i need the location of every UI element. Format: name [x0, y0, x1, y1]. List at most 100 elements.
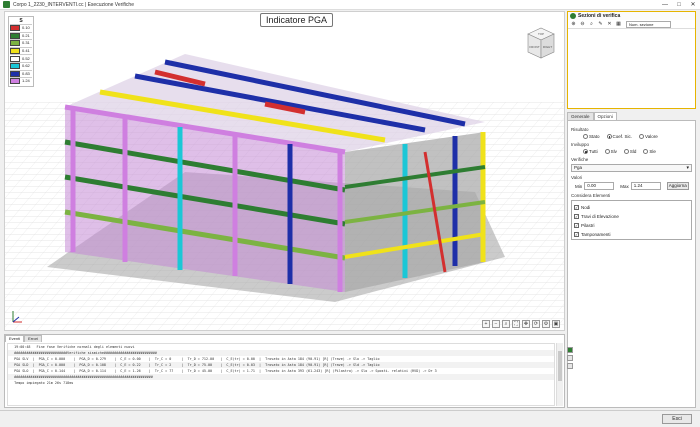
elementi-list: ✓ Nodi ✓ Travi di Elevazione ✓ Pilastri ✓ Ta… [571, 200, 692, 240]
pan-icon[interactable]: ✥ [522, 320, 530, 328]
radio-valore[interactable]: Valore [639, 134, 658, 139]
sections-title: Sezioni di verifica [578, 13, 621, 19]
legend-swatch [10, 25, 20, 32]
building-model[interactable] [5, 12, 565, 331]
checkbox-nodi[interactable]: ✓ Nodi [574, 203, 689, 212]
radio-sle[interactable]: Sle [643, 149, 656, 154]
legend-swatch [10, 63, 20, 70]
checkbox-box: ✓ [574, 223, 579, 228]
radio-label: Valore [645, 134, 658, 139]
radio-slv[interactable]: Slv [604, 149, 617, 154]
delete-icon[interactable]: ✕ [606, 21, 613, 28]
legend-swatch [10, 78, 20, 85]
viewport-toolbar: + − ⌕ ⛶ ✥ ⟳ ⚙ ▣ [482, 320, 560, 328]
risultato-radio-group: Stato Coef. Sic. Valore [571, 134, 692, 139]
scroll-thumb[interactable] [558, 351, 562, 381]
grid-icon[interactable]: ▦ [615, 21, 622, 28]
copy-icon[interactable] [567, 355, 573, 361]
elementi-label: Considera Elementi [571, 193, 611, 198]
radio-sld[interactable]: Sld [623, 149, 637, 154]
verifiche-select[interactable]: Pga [571, 164, 692, 172]
legend-row: 0.21 [10, 31, 32, 40]
valori-row: Min 0.00 Max 1.24 Aggiorna [571, 182, 692, 190]
legend-row: 0.10 [10, 24, 32, 32]
min-input[interactable]: 0.00 [584, 182, 615, 190]
max-input[interactable]: 1.24 [630, 182, 661, 190]
collapse-icon[interactable] [570, 13, 576, 19]
legend-value: 0.31 [22, 40, 30, 46]
radio-label: Coef. Sic. [612, 134, 633, 139]
zoom-in-icon[interactable]: + [482, 320, 490, 328]
checkbox-box: ✓ [574, 205, 579, 210]
tab-eventi[interactable]: Eventi [5, 335, 25, 342]
legend-swatch [10, 70, 20, 77]
risultato-label: Risultato [571, 127, 589, 132]
rotate-icon[interactable]: ⟳ [532, 320, 540, 328]
legend-swatch [10, 32, 20, 39]
status-bar: Esci [0, 410, 700, 427]
legend-swatch [10, 55, 20, 62]
sections-header[interactable]: Sezioni di verifica [568, 12, 695, 20]
export-icon[interactable] [567, 347, 573, 353]
section-number-select[interactable]: Num. sezione [626, 20, 671, 28]
radio-dot [623, 149, 629, 154]
checkbox-label: Nodi [581, 205, 591, 210]
edit-icon[interactable]: ✎ [597, 21, 604, 28]
legend-value: 0.21 [22, 32, 30, 38]
maximize-button[interactable]: □ [672, 0, 686, 10]
remove-section-icon[interactable]: ⊖ [579, 21, 586, 28]
log-output[interactable]: 19:00:48 Fine fase Verifiche normali deg… [7, 343, 555, 406]
viewcube-right-label: RIGHT [543, 45, 553, 49]
checkbox-box: ✓ [574, 232, 579, 237]
radio-dot [583, 149, 588, 154]
search-icon[interactable]: ⌕ [588, 21, 595, 28]
log-panel: Eventi Errori 19:00:48 Fine fase Verific… [4, 334, 565, 408]
log-side-toolbar [567, 347, 573, 369]
legend-row: 0.31 [10, 39, 32, 47]
checkbox-travi[interactable]: ✓ Travi di Elevazione [574, 212, 689, 221]
radio-dot [643, 149, 649, 154]
checkbox-label: Tamponamenti [581, 232, 611, 237]
legend-value: 0.10 [22, 25, 30, 31]
viewcube-front-label: FRONT [529, 45, 539, 49]
minimize-button[interactable]: — [658, 0, 672, 10]
sections-panel: Sezioni di verifica ⊕ ⊖ ⌕ ✎ ✕ ▦ Num. sez… [567, 11, 696, 109]
radio-label: Sld [629, 149, 637, 154]
settings-icon[interactable]: ⚙ [542, 320, 550, 328]
log-line: Tempo impiegato 21m 26s 718ms [10, 381, 74, 385]
verifiche-label: Verifiche [571, 157, 589, 162]
radio-dot [583, 134, 588, 139]
radio-tutti[interactable]: Tutti [583, 149, 598, 154]
close-button[interactable]: ✕ [686, 0, 700, 10]
log-scrollbar[interactable] [556, 343, 563, 406]
radio-stato[interactable]: Stato [583, 134, 600, 139]
model-viewport[interactable]: S 0.10 0.21 0.31 0.41 0.52 0.62 0.83 1.2… [4, 11, 565, 331]
exit-button[interactable]: Esci [662, 414, 692, 424]
checkbox-label: Pilastri [581, 223, 595, 228]
checkbox-pilastri[interactable]: ✓ Pilastri [574, 221, 689, 230]
clear-icon[interactable] [567, 363, 573, 369]
options-panel: Risultato Stato Coef. Sic. Valore Invilu… [567, 120, 696, 408]
app-icon [3, 1, 10, 8]
tab-errori[interactable]: Errori [24, 335, 42, 342]
legend-row: 1.24 [10, 77, 32, 85]
title-bar: Corpo 1_2230_INTERVENTI.cc | Esecuzione … [0, 0, 700, 10]
legend-swatch [10, 48, 20, 55]
legend-value: 0.62 [22, 63, 30, 69]
checkbox-box: ✓ [574, 214, 579, 219]
checkbox-tamponamenti[interactable]: ✓ Tamponamenti [574, 230, 689, 239]
screenshot-icon[interactable]: ▣ [552, 320, 560, 328]
legend-value: 0.83 [22, 70, 30, 76]
view-cube[interactable]: TOP FRONT RIGHT [524, 24, 558, 62]
axes-triad-icon [12, 311, 22, 323]
zoom-extents-icon[interactable]: ⛶ [512, 320, 520, 328]
valori-label: Valori [571, 175, 583, 180]
zoom-window-icon[interactable]: ⌕ [502, 320, 510, 328]
zoom-out-icon[interactable]: − [492, 320, 500, 328]
radio-label: Tutti [589, 149, 598, 154]
add-section-icon[interactable]: ⊕ [570, 21, 577, 28]
radio-coef-sic[interactable]: Coef. Sic. [606, 134, 633, 139]
legend-value: 1.24 [22, 78, 30, 84]
update-button[interactable]: Aggiorna [666, 182, 689, 190]
checkbox-label: Travi di Elevazione [581, 214, 619, 219]
